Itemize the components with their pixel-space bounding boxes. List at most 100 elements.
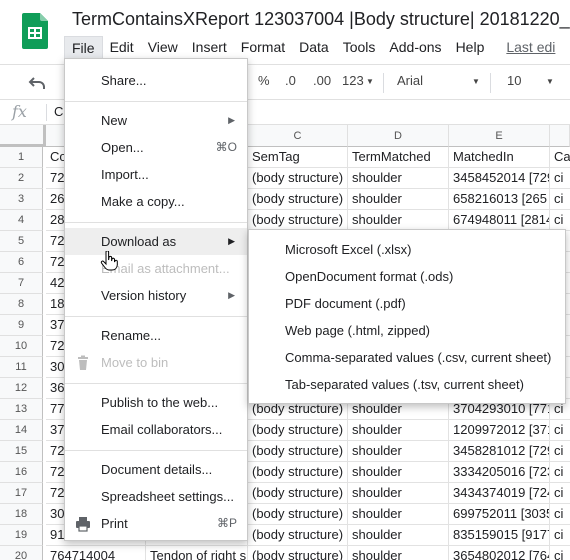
menu-data[interactable]: Data <box>292 36 336 58</box>
menu-item-move-to-bin[interactable]: Move to bin <box>65 349 247 376</box>
font-family-dropdown-icon[interactable]: ▼ <box>472 77 480 86</box>
table-cell-d[interactable]: TermMatched <box>348 147 449 168</box>
table-cell-f[interactable]: ci <box>550 462 570 483</box>
table-cell-f[interactable]: ci <box>550 483 570 504</box>
menu-edit[interactable]: Edit <box>103 36 141 58</box>
document-title[interactable]: TermContainsXReport 123037004 |Body stru… <box>72 9 570 30</box>
row-header[interactable]: 6 <box>0 252 43 273</box>
table-cell-d[interactable]: shoulder <box>348 525 449 546</box>
table-cell-c[interactable]: (body structure) <box>248 546 348 560</box>
menu-item-document-details[interactable]: Document details... <box>65 456 247 483</box>
menu-item-rename[interactable]: Rename... <box>65 322 247 349</box>
column-header-e[interactable]: E <box>449 125 550 147</box>
table-cell-c[interactable]: (body structure) <box>248 483 348 504</box>
table-cell-d[interactable]: shoulder <box>348 504 449 525</box>
table-cell-e[interactable]: 658216013 [265 <box>449 189 550 210</box>
row-header[interactable]: 3 <box>0 189 43 210</box>
table-cell-d[interactable]: shoulder <box>348 168 449 189</box>
download-ods[interactable]: OpenDocument format (.ods) <box>249 263 565 290</box>
table-cell-e[interactable]: 674948011 [2814 <box>449 210 550 231</box>
menu-item-email-collaborators[interactable]: Email collaborators... <box>65 416 247 443</box>
last-edit-link[interactable]: Last edi <box>499 36 562 58</box>
table-cell-e[interactable]: 3654802012 [764 <box>449 546 550 560</box>
menu-item-publish-web[interactable]: Publish to the web... <box>65 389 247 416</box>
table-cell-c[interactable]: (body structure) <box>248 504 348 525</box>
table-cell-c[interactable]: SemTag <box>248 147 348 168</box>
row-header[interactable]: 1 <box>0 147 43 168</box>
table-cell-f[interactable]: ci <box>550 504 570 525</box>
column-header-f[interactable] <box>550 125 570 147</box>
row-header[interactable]: 12 <box>0 378 43 399</box>
font-size-select[interactable]: 10 <box>507 73 521 88</box>
row-header[interactable]: 10 <box>0 336 43 357</box>
menu-item-print[interactable]: Print ⌘P <box>65 510 247 537</box>
table-cell-f[interactable]: ci <box>550 189 570 210</box>
row-header[interactable]: 8 <box>0 294 43 315</box>
table-cell-c[interactable]: (body structure) <box>248 525 348 546</box>
table-cell-b[interactable]: Tendon of right s <box>146 546 248 560</box>
menu-file[interactable]: File <box>64 36 103 58</box>
menu-item-open[interactable]: Open... ⌘O <box>65 134 247 161</box>
download-pdf[interactable]: PDF document (.pdf) <box>249 290 565 317</box>
column-header-d[interactable]: D <box>348 125 449 147</box>
table-cell-e[interactable]: 3458281012 [729 <box>449 441 550 462</box>
undo-icon[interactable] <box>28 75 46 91</box>
menu-item-version-history[interactable]: Version history ▶ <box>65 282 247 309</box>
row-header[interactable]: 18 <box>0 504 43 525</box>
table-cell-c[interactable]: (body structure) <box>248 210 348 231</box>
menu-item-spreadsheet-settings[interactable]: Spreadsheet settings... <box>65 483 247 510</box>
column-header-c[interactable]: C <box>248 125 348 147</box>
table-cell-c[interactable]: (body structure) <box>248 168 348 189</box>
table-cell-a[interactable]: 764714004 <box>46 546 146 560</box>
row-header[interactable]: 11 <box>0 357 43 378</box>
table-cell-f[interactable]: ci <box>550 441 570 462</box>
select-all-corner[interactable] <box>0 125 46 147</box>
table-cell-f[interactable]: ci <box>550 168 570 189</box>
table-cell-c[interactable]: (body structure) <box>248 441 348 462</box>
table-cell-f[interactable]: ci <box>550 210 570 231</box>
row-header[interactable]: 16 <box>0 462 43 483</box>
table-cell-e[interactable]: 3458452014 [729 <box>449 168 550 189</box>
menu-item-share[interactable]: Share... <box>65 67 247 94</box>
menu-help[interactable]: Help <box>449 36 492 58</box>
menu-addons[interactable]: Add-ons <box>382 36 448 58</box>
download-xlsx[interactable]: Microsoft Excel (.xlsx) <box>249 236 565 263</box>
table-cell-e[interactable]: 3334205016 [723 <box>449 462 550 483</box>
menu-item-download-as[interactable]: Download as ▶ <box>65 228 247 255</box>
menu-insert[interactable]: Insert <box>185 36 234 58</box>
table-cell-d[interactable]: shoulder <box>348 210 449 231</box>
row-header[interactable]: 14 <box>0 420 43 441</box>
decrease-decimal-button[interactable]: .0 <box>285 73 296 88</box>
number-format-dropdown-icon[interactable]: ▼ <box>366 77 374 86</box>
menu-item-import[interactable]: Import... <box>65 161 247 188</box>
row-header[interactable]: 17 <box>0 483 43 504</box>
menu-item-email-attachment[interactable]: Email as attachment... <box>65 255 247 282</box>
table-cell-e[interactable]: 3434374019 [724 <box>449 483 550 504</box>
table-cell-f[interactable]: ci <box>550 546 570 560</box>
table-cell-e[interactable]: 699752011 [3035 <box>449 504 550 525</box>
menu-tools[interactable]: Tools <box>336 36 383 58</box>
table-cell-d[interactable]: shoulder <box>348 420 449 441</box>
download-csv[interactable]: Comma-separated values (.csv, current sh… <box>249 344 565 371</box>
menu-view[interactable]: View <box>141 36 185 58</box>
menu-format[interactable]: Format <box>234 36 292 58</box>
row-header[interactable]: 9 <box>0 315 43 336</box>
row-header[interactable]: 13 <box>0 399 43 420</box>
table-cell-e[interactable]: 835159015 [9177 <box>449 525 550 546</box>
sheets-logo-icon[interactable] <box>22 13 48 49</box>
table-cell-f[interactable]: ci <box>550 525 570 546</box>
row-header[interactable]: 5 <box>0 231 43 252</box>
table-cell-d[interactable]: shoulder <box>348 483 449 504</box>
row-header[interactable]: 7 <box>0 273 43 294</box>
menu-item-new[interactable]: New ▶ <box>65 107 247 134</box>
table-cell-d[interactable]: shoulder <box>348 441 449 462</box>
table-cell-d[interactable]: shoulder <box>348 546 449 560</box>
menu-item-make-copy[interactable]: Make a copy... <box>65 188 247 215</box>
increase-decimal-button[interactable]: .00 <box>313 73 331 88</box>
table-cell-d[interactable]: shoulder <box>348 462 449 483</box>
table-cell-e[interactable]: 1209972012 [371 <box>449 420 550 441</box>
table-cell-f[interactable]: Ca <box>550 147 570 168</box>
number-format-button[interactable]: 123 <box>342 73 364 88</box>
table-cell-c[interactable]: (body structure) <box>248 189 348 210</box>
table-cell-e[interactable]: MatchedIn <box>449 147 550 168</box>
